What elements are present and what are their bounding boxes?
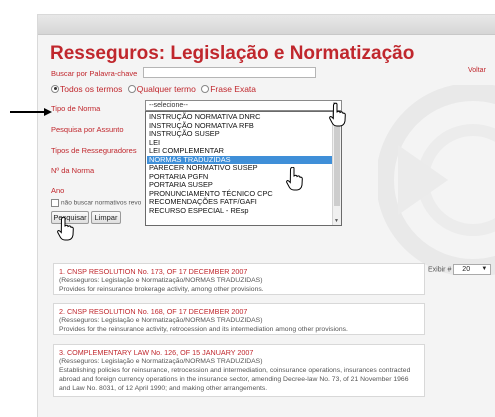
chevron-down-icon: ▼ (481, 266, 488, 272)
result-description: Provides for reinsurance brokerage activ… (59, 286, 264, 293)
result-description: Provides for the reinsurance activity, r… (59, 326, 348, 333)
result-category: (Resseguros: Legislação e Normatização/N… (59, 358, 263, 365)
watermark-logo (378, 85, 495, 275)
clear-button[interactable]: Limpar (91, 211, 121, 224)
page-size-label: Exibir # (428, 266, 452, 274)
radio-icon (201, 84, 210, 93)
keyword-label: Buscar por Palavra-chave (51, 69, 138, 78)
keyword-input[interactable] (143, 67, 316, 78)
scroll-down-icon[interactable]: ▼ (334, 218, 339, 224)
page-title: Resseguros: Legislação e Normatização (50, 43, 415, 64)
hand-cursor-icon (286, 167, 303, 191)
result-category: (Resseguros: Legislação e Normatização/N… (59, 317, 263, 324)
radio-any-term[interactable]: Qualquer termo (127, 84, 196, 94)
page-size-control: Exibir # 20 ▼ (428, 264, 492, 275)
dropdown-scrollbar[interactable]: ▼ (332, 112, 341, 225)
result-category: (Resseguros: Legislação e Normatização/N… (59, 277, 263, 284)
result-title[interactable]: 3. COMPLEMENTARY LAW No. 126, OF 15 JANU… (59, 348, 419, 357)
result-item[interactable]: 1. CNSP RESOLUTION No. 173, OF 17 DECEMB… (53, 263, 425, 295)
back-link[interactable]: Voltar (468, 67, 486, 74)
result-item[interactable]: 2. CNSP RESOLUTION No. 168, OF 17 DECEMB… (53, 303, 425, 335)
page-size-select[interactable]: 20 ▼ (453, 264, 492, 275)
dropdown-option[interactable]: RECURSO ESPECIAL - REsp (147, 206, 334, 216)
norm-type-dropdown[interactable]: INSTRUÇÃO NORMATIVA DNRC INSTRUÇÃO NORMA… (145, 111, 342, 226)
dropdown-option[interactable]: INSTRUÇÃO SUSEP (147, 129, 334, 139)
revoked-checkbox-row[interactable]: não buscar normativos revo (51, 199, 141, 207)
result-item[interactable]: 3. COMPLEMENTARY LAW No. 126, OF 15 JANU… (53, 344, 425, 397)
hand-cursor-icon (57, 217, 74, 241)
norm-type-selected: --selecione-- (149, 102, 188, 109)
radio-exact-phrase[interactable]: Frase Exata (201, 84, 256, 94)
hand-cursor-icon (329, 103, 346, 127)
result-title[interactable]: 1. CNSP RESOLUTION No. 173, OF 17 DECEMB… (59, 267, 419, 276)
year-label: Ano (51, 186, 65, 195)
radio-icon (127, 84, 136, 93)
pointer-arrow-icon (10, 108, 52, 116)
norm-number-label: Nº da Norma (51, 166, 95, 175)
radio-all-terms[interactable]: Todos os termos (51, 84, 122, 94)
revoked-checkbox-label: não buscar normativos revo (61, 199, 142, 207)
norm-type-label: Tipo de Norma (51, 104, 101, 113)
match-options: Todos os termos Qualquer termo Frase Exa… (51, 84, 259, 94)
norm-type-select[interactable]: --selecione-- ▼ (145, 100, 342, 111)
result-title[interactable]: 2. CNSP RESOLUTION No. 168, OF 17 DECEMB… (59, 307, 419, 316)
scrollbar-thumb[interactable] (334, 123, 340, 206)
subject-label: Pesquisa por Assunto (51, 125, 124, 134)
top-bar (38, 15, 495, 35)
reinsurer-type-label: Tipos de Resseguradores (51, 146, 137, 155)
result-description: Establishing policies for reinsurance, r… (59, 367, 411, 392)
radio-icon (51, 84, 59, 93)
revoked-checkbox[interactable] (51, 199, 59, 207)
